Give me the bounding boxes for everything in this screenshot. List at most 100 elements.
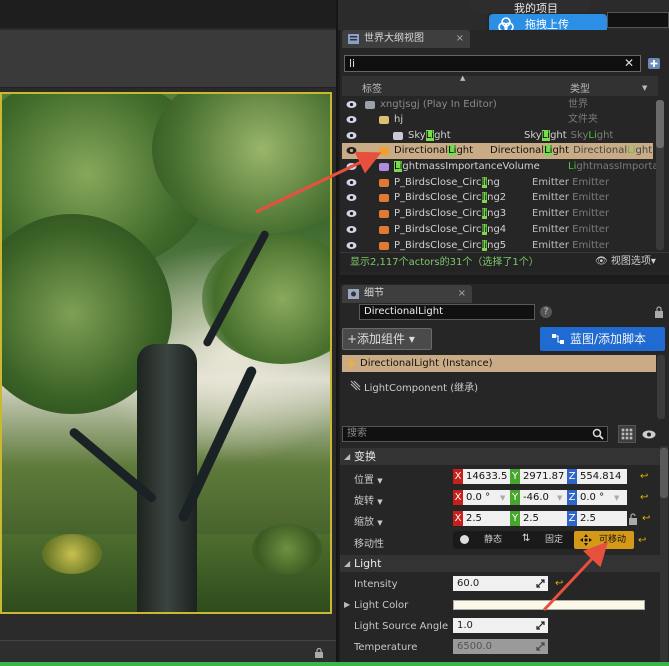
visibility-eye-icon[interactable] xyxy=(346,115,357,124)
dropdown-icon[interactable]: ▼ xyxy=(500,494,505,502)
my-project-label[interactable]: 我的项目 xyxy=(470,0,590,15)
visibility-eye-icon[interactable] xyxy=(346,131,357,140)
top-search-field[interactable] xyxy=(607,12,669,28)
details-search-input[interactable]: 搜索 xyxy=(342,426,608,442)
game-viewport-scene[interactable] xyxy=(0,92,332,614)
rotation-y-field[interactable]: -46.0 xyxy=(520,490,570,505)
column-label[interactable]: 标签 xyxy=(362,80,382,95)
property-matrix-icon[interactable] xyxy=(618,425,636,443)
close-icon[interactable]: × xyxy=(458,285,466,303)
mobility-static-option[interactable]: 静态 xyxy=(484,531,502,549)
tab-details[interactable]: 细节 × xyxy=(342,285,472,303)
blueprint-add-script-button[interactable]: 蓝图/添加脚本 xyxy=(540,327,665,351)
drag-spin-icon[interactable] xyxy=(536,621,545,630)
reset-icon[interactable]: ↩ xyxy=(640,472,648,482)
label-text: ng5 xyxy=(487,240,507,251)
viewport-toolbar xyxy=(0,30,336,88)
light-source-angle-field[interactable]: 1.0 xyxy=(453,618,548,633)
details-scrollbar-thumb[interactable] xyxy=(660,448,668,498)
scale-label[interactable]: 缩放 ▼ xyxy=(354,513,383,528)
column-type[interactable]: 类型 xyxy=(570,80,590,95)
reset-icon[interactable]: ↩ xyxy=(640,493,648,503)
location-y-field[interactable]: 2971.87 xyxy=(520,469,570,484)
eye-icon: 👁 xyxy=(595,256,608,267)
visibility-eye-icon[interactable] xyxy=(346,193,357,202)
unlock-icon[interactable] xyxy=(628,513,638,525)
reset-icon[interactable]: ↩ xyxy=(555,579,563,589)
location-label[interactable]: 位置 ▼ xyxy=(354,471,383,486)
type-class-text: Emitter xyxy=(568,224,610,235)
rotation-x-field[interactable]: 0.0 ° xyxy=(463,490,513,505)
type-text: ght xyxy=(550,130,567,141)
outliner-row-type: Emitter Emitter xyxy=(532,240,610,251)
add-actor-icon[interactable] xyxy=(646,56,664,71)
component-tree-item-root[interactable]: DirectionalLight (Instance) xyxy=(342,355,656,372)
rotation-label[interactable]: 旋转 ▼ xyxy=(354,492,383,507)
actor-type-icon xyxy=(379,210,389,218)
lock-icon[interactable] xyxy=(314,648,324,658)
intensity-field[interactable]: 60.0 xyxy=(453,576,548,591)
search-icon[interactable] xyxy=(592,428,604,440)
help-icon[interactable]: ? xyxy=(540,306,552,318)
outliner-search-input[interactable]: li xyxy=(344,55,641,72)
outliner-row[interactable]: P_BirdsClose_Circling4 Emitter Emitter xyxy=(342,222,653,238)
section-title: 变换 xyxy=(354,450,376,463)
type-text: ght xyxy=(596,130,614,141)
visibility-eye-icon[interactable] xyxy=(346,178,357,187)
mobility-stationary-option[interactable]: 固定 xyxy=(545,531,563,549)
light-color-swatch[interactable] xyxy=(453,600,645,610)
outliner-row[interactable]: hj 文件夹 xyxy=(342,112,653,128)
tab-label: 细节 xyxy=(364,288,384,299)
scale-z-field[interactable]: 2.5 xyxy=(577,511,627,526)
sort-up-icon[interactable]: ▲ xyxy=(460,74,465,82)
reset-icon[interactable]: ↩ xyxy=(638,536,646,546)
visibility-filter-icon[interactable] xyxy=(642,430,656,439)
dropdown-icon[interactable]: ▼ xyxy=(557,494,562,502)
column-dropdown-icon[interactable]: ▼ xyxy=(642,84,647,92)
collapse-icon: ◢ xyxy=(344,452,351,461)
outliner-row[interactable]: xngtjsgj (Play In Editor) 世界 xyxy=(342,97,653,113)
visibility-eye-icon[interactable] xyxy=(346,225,357,234)
transform-section-header[interactable]: ◢ 变换 xyxy=(340,448,660,465)
outliner-scrollbar-thumb[interactable] xyxy=(656,100,664,148)
outliner-row[interactable]: P_BirdsClose_Circling2 Emitter Emitter xyxy=(342,190,653,206)
directional-light-icon xyxy=(346,358,357,369)
expand-icon[interactable]: ▶ xyxy=(344,600,350,609)
actor-type-icon xyxy=(379,226,389,234)
tab-world-outliner[interactable]: 世界大纲视图 × xyxy=(342,30,470,48)
mobility-movable-option[interactable]: 可移动 xyxy=(574,531,634,549)
scale-x-field[interactable]: 2.5 xyxy=(463,511,513,526)
component-tree-item-light[interactable]: LightComponent (继承) xyxy=(350,379,478,394)
actor-name-input[interactable]: DirectionalLight xyxy=(359,304,535,320)
temperature-field[interactable]: 6500.0 xyxy=(453,639,548,654)
add-component-button[interactable]: +添加组件 ▾ xyxy=(342,328,432,350)
outliner-row[interactable]: LightmassImportanceVolume LightmassImport… xyxy=(342,159,659,175)
location-x-field[interactable]: 14633.5 xyxy=(463,469,513,484)
close-icon[interactable]: × xyxy=(456,30,464,48)
component-list-scrollbar[interactable] xyxy=(657,355,665,419)
drag-spin-icon[interactable] xyxy=(536,579,545,588)
visibility-eye-icon[interactable] xyxy=(346,209,357,218)
outliner-row[interactable]: P_BirdsClose_Circling3 Emitter Emitter xyxy=(342,206,653,222)
reset-icon[interactable]: ↩ xyxy=(642,514,650,524)
visibility-eye-icon[interactable] xyxy=(346,100,357,109)
outliner-row[interactable]: P_BirdsClose_Circling Emitter Emitter xyxy=(342,175,653,191)
rotation-z-field[interactable]: 0.0 ° xyxy=(577,490,627,505)
lock-icon[interactable] xyxy=(654,306,664,318)
label-text: ght xyxy=(456,145,474,156)
visibility-eye-icon[interactable] xyxy=(346,146,357,155)
search-match-highlight: Li xyxy=(425,130,435,141)
type-text: ght xyxy=(552,145,570,156)
visibility-eye-icon[interactable] xyxy=(346,241,357,250)
outliner-row[interactable]: SkyLight SkyLight SkyLight xyxy=(342,128,653,144)
dropdown-icon[interactable]: ▼ xyxy=(614,494,619,502)
clear-search-icon[interactable]: ✕ xyxy=(622,57,636,70)
outliner-row-label: P_BirdsClose_Circling3 xyxy=(394,206,506,221)
view-options-button[interactable]: 👁 视图选项▾ xyxy=(595,254,656,270)
drag-spin-icon[interactable] xyxy=(536,642,545,651)
outliner-row[interactable]: DirectionalLight DirectionalLight Directio… xyxy=(342,143,653,159)
visibility-eye-icon[interactable] xyxy=(346,162,357,171)
light-section-header[interactable]: ◢ Light xyxy=(340,555,660,572)
scale-y-field[interactable]: 2.5 xyxy=(520,511,570,526)
location-z-field[interactable]: 554.814 xyxy=(577,469,627,484)
